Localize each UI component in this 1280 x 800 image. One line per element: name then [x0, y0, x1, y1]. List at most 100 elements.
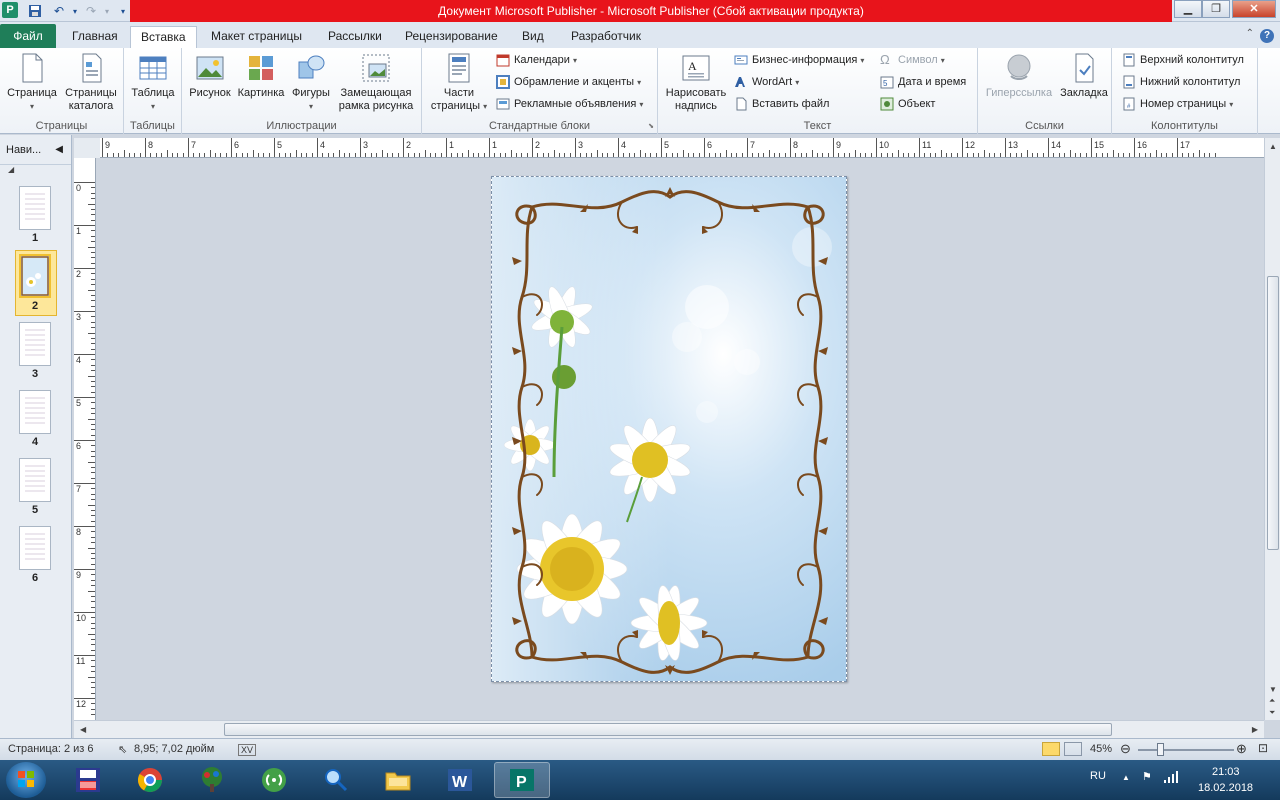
table-button[interactable]: Таблица ▾ — [128, 52, 178, 113]
publisher-app-icon[interactable]: P — [2, 2, 18, 18]
start-button[interactable] — [6, 762, 46, 798]
show-hidden-icons-icon[interactable]: ▲ — [1122, 773, 1130, 782]
previous-page-icon[interactable]: ⏶ — [1269, 696, 1275, 706]
tab-review[interactable]: Рецензирование — [395, 26, 508, 48]
group-text: A Нарисовать надпись Бизнес-информация ▾… — [658, 48, 978, 134]
ruler-tick — [1112, 150, 1114, 157]
nav-section-toggle-icon[interactable]: ◢ — [0, 165, 71, 179]
footer-button[interactable]: Нижний колонтитул — [1122, 73, 1240, 91]
bookmark-button[interactable]: Закладка — [1058, 52, 1110, 100]
ruler-tick — [526, 153, 528, 157]
picture-button[interactable]: Рисунок — [188, 52, 232, 100]
shapes-button[interactable]: Фигуры ▾ — [288, 52, 334, 113]
search-tool-icon[interactable] — [308, 762, 364, 798]
ruler-tick — [91, 665, 95, 667]
borders-accents-button[interactable]: Обрамление и акценты ▾ — [496, 73, 641, 91]
maximize-button[interactable]: ❐ — [1202, 0, 1230, 18]
clipart-button[interactable]: Картинка — [236, 52, 286, 100]
floppy-app-icon[interactable] — [60, 762, 116, 798]
zoom-in-icon[interactable]: ⊕ — [1236, 741, 1247, 757]
calendars-button[interactable]: Календари ▾ — [496, 51, 577, 69]
zoom-level[interactable]: 45% — [1090, 743, 1112, 755]
tree-app-icon[interactable] — [184, 762, 240, 798]
group-tables: Таблица ▾ Таблицы — [124, 48, 182, 134]
vertical-scrollbar[interactable]: ▲ ▼ ⏶ ⏷ — [1264, 138, 1280, 720]
page-thumbnail[interactable]: 6 — [18, 526, 52, 584]
ruler-tick — [91, 477, 95, 479]
picture-placeholder-button[interactable]: Замещающая рамка рисунка — [334, 52, 418, 113]
catalog-pages-button[interactable]: Страницы каталога — [62, 52, 120, 113]
page-thumbnail[interactable]: 1 — [18, 186, 52, 244]
tab-mailings[interactable]: Рассылки — [318, 26, 392, 48]
ruler-tick — [91, 300, 95, 302]
scroll-left-icon[interactable]: ◀ — [80, 725, 86, 734]
ruler-tick — [902, 153, 904, 157]
ruler-tick — [451, 153, 453, 157]
object-button[interactable]: Объект — [880, 95, 935, 113]
save-icon[interactable] — [26, 2, 44, 20]
radio-app-icon[interactable] — [246, 762, 302, 798]
ruler-tick — [1209, 153, 1211, 157]
scroll-down-icon[interactable]: ▼ — [1269, 685, 1277, 694]
flag-icon[interactable]: ⚑ — [1142, 770, 1152, 783]
dialog-launcher-icon[interactable]: ⬊ — [648, 122, 654, 130]
date-time-button[interactable]: 5 Дата и время — [880, 73, 966, 91]
file-explorer-icon[interactable] — [370, 762, 426, 798]
page-thumbnail[interactable]: 5 — [18, 458, 52, 516]
tab-file[interactable]: Файл — [0, 24, 56, 48]
page-parts-button[interactable]: Части страницы ▾ — [426, 52, 492, 113]
zoom-out-icon[interactable]: ⊖ — [1120, 741, 1131, 757]
horizontal-scrollbar[interactable]: ◀ ▶ — [74, 720, 1264, 738]
publication-page[interactable] — [491, 176, 847, 682]
clock-date[interactable]: 18.02.2018 — [1198, 782, 1253, 794]
business-info-button[interactable]: Бизнес-информация ▾ — [734, 51, 864, 69]
ruler-tick — [1107, 153, 1109, 157]
word-icon[interactable]: W — [432, 762, 488, 798]
chrome-icon[interactable] — [122, 762, 178, 798]
ruler-tick — [510, 150, 512, 157]
tab-insert[interactable]: Вставка — [130, 26, 197, 49]
page-number-button[interactable]: # Номер страницы ▾ — [1122, 95, 1233, 113]
page-button[interactable]: Страница ▾ — [4, 52, 60, 113]
tab-view[interactable]: Вид — [512, 26, 554, 48]
insert-file-button[interactable]: Вставить файл — [734, 95, 829, 113]
vertical-scroll-thumb[interactable] — [1267, 276, 1279, 550]
draw-text-box-button[interactable]: A Нарисовать надпись — [662, 52, 730, 113]
ruler-tick — [859, 153, 861, 157]
wordart-button[interactable]: WordArt ▾ — [734, 73, 799, 91]
zoom-slider-thumb[interactable] — [1156, 743, 1164, 756]
help-icon[interactable]: ? — [1260, 29, 1274, 43]
publisher-taskbar-icon[interactable]: P — [494, 762, 550, 798]
ruler-tick — [91, 466, 95, 468]
page-thumbnail-selected[interactable]: 2 — [18, 254, 52, 312]
horizontal-ruler[interactable]: 9 8 7 6 5 4 3 2 1 1 2 3 4 5 6 7 8 9 10 11 12 13 14 15 16 17 — [100, 138, 1264, 158]
minimize-button[interactable]: ▁ — [1174, 0, 1202, 18]
zoom-slider-track[interactable] — [1138, 749, 1234, 751]
vertical-ruler[interactable]: 0 1 2 3 4 5 6 7 8 9 10 11 12 — [74, 158, 96, 720]
tab-developer[interactable]: Разработчик — [561, 26, 651, 48]
ruler-tick — [91, 208, 95, 210]
close-button[interactable]: ✕ — [1232, 0, 1276, 18]
scroll-right-icon[interactable]: ▶ — [1252, 725, 1258, 734]
two-page-view-icon[interactable] — [1064, 742, 1082, 756]
minimize-ribbon-icon[interactable]: ⌃ — [1246, 28, 1254, 39]
advertisements-button[interactable]: Рекламные объявления ▾ — [496, 95, 643, 113]
page-indicator[interactable]: Страница: 2 из 6 — [8, 743, 94, 755]
fit-page-icon[interactable]: ⊡ — [1258, 741, 1268, 755]
next-page-icon[interactable]: ⏷ — [1269, 708, 1275, 718]
page-thumbnail[interactable]: 4 — [18, 390, 52, 448]
language-indicator[interactable]: RU — [1090, 770, 1106, 782]
hyperlink-button[interactable]: Гиперссылка — [982, 52, 1056, 100]
network-icon[interactable] — [1164, 771, 1178, 786]
clock-time[interactable]: 21:03 — [1212, 766, 1240, 778]
header-button[interactable]: Верхний колонтитул — [1122, 51, 1244, 69]
scroll-up-icon[interactable]: ▲ — [1269, 142, 1277, 151]
collapse-nav-icon[interactable]: ◀ — [55, 135, 63, 165]
ruler-tick — [408, 153, 410, 157]
single-page-view-icon[interactable] — [1042, 742, 1060, 756]
tab-home[interactable]: Главная — [62, 26, 128, 48]
tab-page-layout[interactable]: Макет страницы — [201, 26, 312, 48]
page-thumbnail[interactable]: 3 — [18, 322, 52, 380]
symbol-button[interactable]: Ω Символ ▾ — [880, 51, 945, 69]
horizontal-scroll-thumb[interactable] — [224, 723, 1112, 736]
